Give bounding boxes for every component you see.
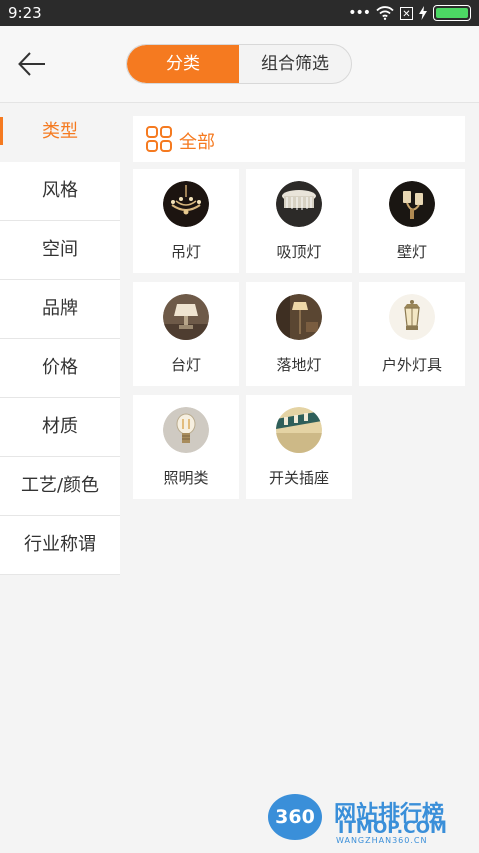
all-categories-label: 全部 bbox=[179, 132, 215, 153]
category-label: 照明类 bbox=[163, 469, 209, 487]
all-categories-button[interactable]: 全部 bbox=[133, 116, 465, 162]
sidebar-item-space[interactable]: 空间 bbox=[0, 221, 120, 280]
sidebar-item-type[interactable]: 类型 bbox=[0, 103, 120, 162]
status-time: 9:23 bbox=[8, 4, 42, 22]
tab-category[interactable]: 分类 bbox=[127, 45, 239, 83]
charging-icon bbox=[419, 6, 427, 20]
table-lamp-icon bbox=[163, 294, 209, 340]
category-tile-lighting[interactable]: 照明类 bbox=[133, 395, 239, 499]
category-tile-outdoor-lamp[interactable]: 户外灯具 bbox=[359, 282, 465, 386]
watermark-domain: ITMOP.COM bbox=[338, 818, 447, 838]
outdoor-lamp-icon bbox=[389, 294, 435, 340]
category-tile-floor-lamp[interactable]: 落地灯 bbox=[246, 282, 352, 386]
back-arrow-icon[interactable] bbox=[16, 48, 48, 80]
category-label: 开关插座 bbox=[268, 469, 329, 487]
category-sidebar: 类型 风格 空间 品牌 价格 材质 工艺/颜色 行业称谓 bbox=[0, 103, 120, 575]
sidebar-item-craft-color[interactable]: 工艺/颜色 bbox=[0, 457, 120, 516]
category-label: 吊灯 bbox=[170, 243, 201, 261]
sidebar-item-industry-title[interactable]: 行业称谓 bbox=[0, 516, 120, 575]
bulb-icon bbox=[163, 407, 209, 453]
battery-level bbox=[436, 8, 468, 18]
top-header: 分类 组合筛选 bbox=[0, 26, 479, 103]
category-tile-switch-socket[interactable]: 开关插座 bbox=[246, 395, 352, 499]
ceiling-light-icon bbox=[276, 181, 322, 227]
view-switch: 分类 组合筛选 bbox=[126, 44, 352, 84]
category-label: 户外灯具 bbox=[381, 356, 442, 374]
category-tile-chandelier[interactable]: 吊灯 bbox=[133, 169, 239, 273]
wall-lamp-icon bbox=[389, 181, 435, 227]
category-label: 台灯 bbox=[170, 356, 201, 374]
category-tile-table-lamp[interactable]: 台灯 bbox=[133, 282, 239, 386]
sidebar-item-price[interactable]: 价格 bbox=[0, 339, 120, 398]
category-content: 全部 吊灯 吸顶灯 壁灯 台灯 落地灯 户外灯具 照明类 开关插座 bbox=[120, 103, 479, 853]
no-sim-icon: ✕ bbox=[400, 6, 413, 20]
sidebar-item-brand[interactable]: 品牌 bbox=[0, 280, 120, 339]
battery-icon bbox=[433, 5, 471, 21]
sidebar-item-material[interactable]: 材质 bbox=[0, 398, 120, 457]
category-label: 落地灯 bbox=[276, 356, 322, 374]
grid-icon bbox=[146, 126, 172, 152]
category-tile-wall-lamp[interactable]: 壁灯 bbox=[359, 169, 465, 273]
chandelier-icon bbox=[163, 181, 209, 227]
watermark-logo: 360 网站排行榜 ITMOP.COM WANGZHAN360.CN bbox=[268, 792, 476, 850]
wifi-icon bbox=[376, 6, 394, 20]
category-label: 壁灯 bbox=[396, 243, 427, 261]
watermark-badge: 360 bbox=[268, 794, 322, 840]
signal-dots-icon: ••• bbox=[348, 5, 371, 21]
category-tile-ceiling-light[interactable]: 吸顶灯 bbox=[246, 169, 352, 273]
status-icons: ••• ✕ bbox=[348, 3, 471, 23]
switch-socket-icon bbox=[276, 407, 322, 453]
tab-combined-filter[interactable]: 组合筛选 bbox=[239, 45, 351, 83]
floor-lamp-icon bbox=[276, 294, 322, 340]
sidebar-item-style[interactable]: 风格 bbox=[0, 162, 120, 221]
watermark-url: WANGZHAN360.CN bbox=[336, 836, 428, 845]
category-label: 吸顶灯 bbox=[276, 243, 322, 261]
status-bar: 9:23 ••• ✕ bbox=[0, 0, 479, 26]
